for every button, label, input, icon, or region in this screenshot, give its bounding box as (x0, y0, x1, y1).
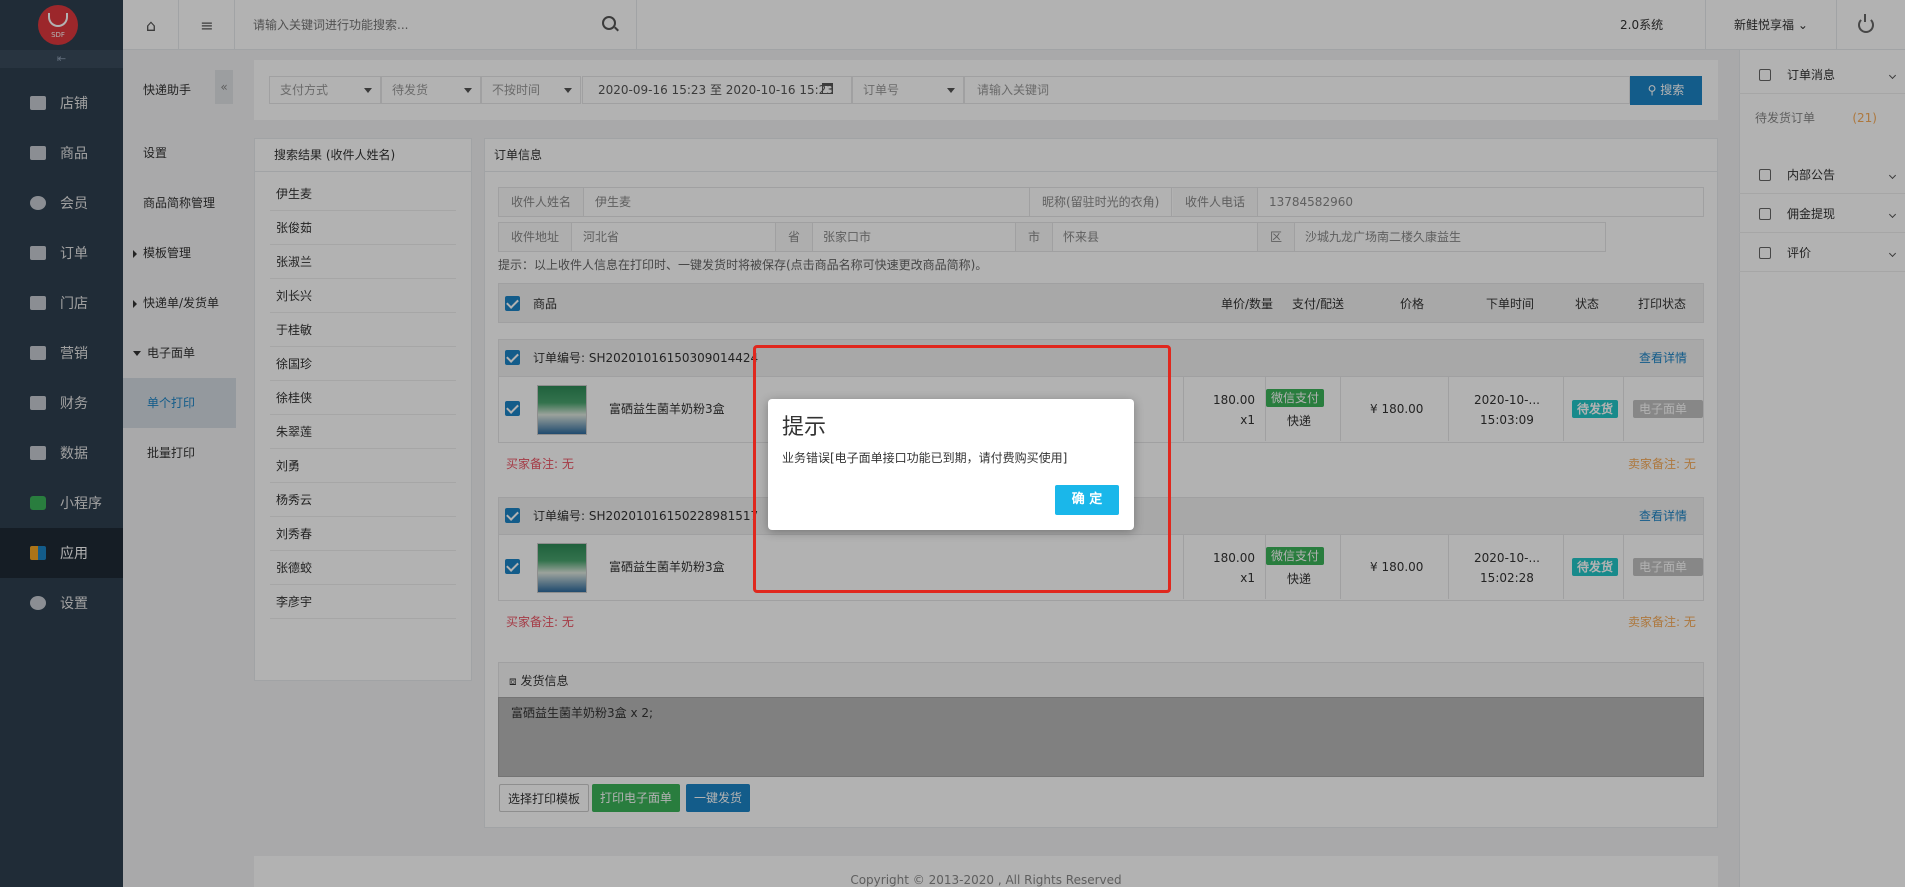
dialog-title: 提示 (782, 415, 827, 440)
confirm-button[interactable]: 确 定 (1055, 485, 1119, 515)
dialog-message: 业务错误[电子面单接口功能已到期，请付费购买使用] (782, 451, 1068, 465)
alert-dialog: 提示 业务错误[电子面单接口功能已到期，请付费购买使用] 确 定 (768, 399, 1134, 530)
